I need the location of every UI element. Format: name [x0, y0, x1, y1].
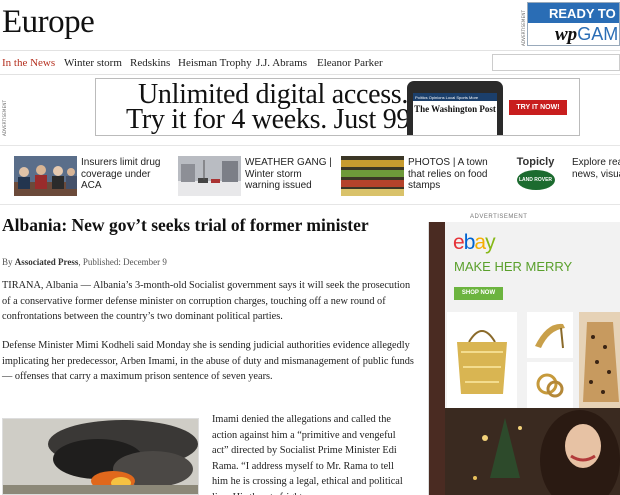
smoke-fire-image: [3, 419, 198, 494]
section-title[interactable]: Europe: [2, 4, 95, 41]
trending-nav: In the News Winter storm Redskins Heisma…: [0, 50, 620, 75]
article-paragraph: Defense Minister Mimi Kodheli said Monda…: [2, 340, 414, 382]
top-advertisement[interactable]: READY TO PL wpGAM: [527, 2, 620, 46]
search-input[interactable]: [492, 54, 620, 71]
article-paragraph: Imami denied the allegations and called …: [212, 414, 403, 495]
promo-text: WEATHER GANG | Winter storm warning issued: [245, 157, 332, 191]
leopard-coat-product[interactable]: [579, 312, 620, 408]
tote-bag-product[interactable]: [447, 312, 517, 408]
ad-border-strip: [429, 222, 445, 495]
banner-line-2: Try it for 4 weeks. Just 99¢.: [126, 104, 431, 135]
nav-redskins[interactable]: Redskins: [130, 57, 170, 69]
winter-street-thumbnail: [178, 156, 241, 196]
top-ad-headline: READY TO PL: [528, 3, 619, 23]
gold-rings-image: [536, 373, 564, 398]
leopard-coat-image: [583, 322, 619, 402]
promo-text: Insurers limit drug coverage under ACA: [81, 157, 161, 191]
byline-source-link[interactable]: Associated Press: [15, 257, 79, 267]
banner-advertisement-label: ADVERTISEMENT: [2, 99, 7, 136]
grocery-store-thumbnail: [341, 156, 404, 196]
article-headline: Albania: New gov’t seeks trial of former…: [2, 215, 369, 235]
phone-masthead: The Washington Post: [414, 104, 496, 114]
promo-food-stamps[interactable]: PHOTOS | A town that relies on food stamps: [341, 154, 496, 196]
congress-hearing-thumbnail: [14, 156, 77, 196]
nav-heisman-trophy[interactable]: Heisman Trophy: [178, 57, 252, 69]
phone-nav-bar: Politics Opinions Local Sports More: [413, 93, 497, 101]
rings-product[interactable]: [527, 362, 573, 408]
advertisement-label: ADVERTISEMENT: [521, 9, 526, 46]
nav-eleanor-parker[interactable]: Eleanor Parker: [317, 57, 383, 69]
holiday-model-photo: [445, 408, 620, 495]
promo-strip: Insurers limit drug coverage under ACA WEA…: [0, 145, 620, 205]
promo-explore[interactable]: Explore rea news, visua: [505, 154, 620, 196]
nav-winter-storm[interactable]: Winter storm: [64, 57, 122, 69]
promo-insurers[interactable]: Insurers limit drug coverage under ACA: [14, 154, 169, 196]
subscription-banner-ad[interactable]: Unlimited digital access. Try it for 4 w…: [95, 78, 580, 136]
phone-illustration: Politics Opinions Local Sports More The …: [407, 81, 503, 135]
article-byline: By Associated Press, Published: December…: [2, 257, 167, 267]
ebay-advertisement[interactable]: ebay MAKE HER MERRY SHOP NOW: [428, 222, 620, 495]
rail-advertisement-label: ADVERTISEMENT: [470, 214, 528, 220]
article-paragraph: TIRANA, Albania — Albania’s 3-month-old …: [2, 280, 411, 322]
nav-in-the-news[interactable]: In the News: [2, 57, 55, 69]
heels-product[interactable]: [527, 312, 573, 358]
promo-text: Explore rea news, visua: [572, 157, 620, 180]
ebay-logo: ebay: [453, 231, 496, 254]
ad-tagline: MAKE HER MERRY: [454, 259, 573, 274]
gold-heels-image: [535, 323, 565, 349]
wp-logo: wpGAM: [555, 24, 619, 45]
tote-bag-image: [457, 330, 507, 394]
article-photo[interactable]: [2, 418, 199, 495]
promo-text: PHOTOS | A town that relies on food stamps: [408, 157, 488, 191]
shop-now-button[interactable]: SHOP NOW: [454, 287, 503, 300]
nav-jj-abrams[interactable]: J.J. Abrams: [256, 57, 307, 69]
promo-weather-gang[interactable]: WEATHER GANG | Winter storm warning issued: [178, 154, 338, 196]
try-it-now-button[interactable]: TRY IT NOW!: [509, 100, 567, 115]
